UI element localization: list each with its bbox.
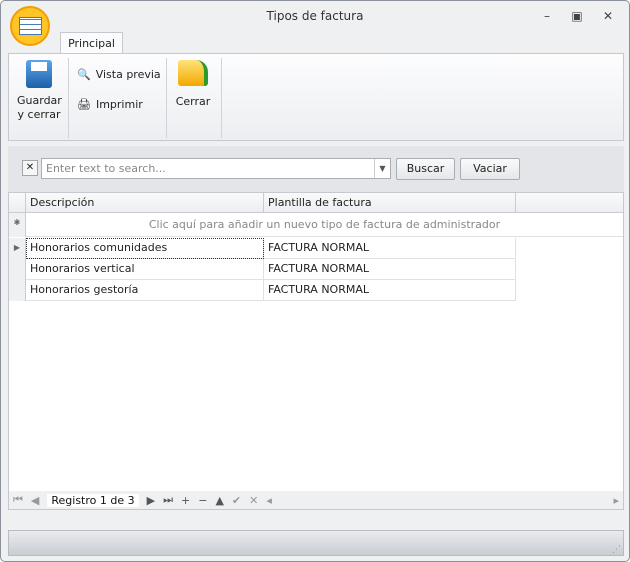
scroll-left-icon[interactable]: ◂ bbox=[266, 494, 272, 507]
header-indicator bbox=[9, 193, 26, 213]
remove-icon[interactable]: − bbox=[198, 494, 207, 507]
clear-search-icon[interactable]: ✕ bbox=[22, 160, 38, 176]
clear-button[interactable]: Vaciar bbox=[460, 158, 520, 180]
close-button[interactable]: Cerrar bbox=[173, 60, 213, 109]
scroll-right-icon[interactable]: ▸ bbox=[613, 494, 619, 507]
column-header-descripcion[interactable]: Descripción bbox=[26, 193, 264, 213]
preview-button[interactable]: 🔍 Vista previa bbox=[77, 68, 161, 81]
status-bar: ⋰ bbox=[8, 530, 624, 556]
find-button[interactable]: Buscar bbox=[396, 158, 455, 180]
table-row[interactable]: Honorarios gestoría FACTURA NORMAL bbox=[9, 280, 516, 301]
ribbon: Guardar y cerrar 🔍 Vista previa 🖨 Imprimir… bbox=[8, 53, 624, 141]
cancel-icon[interactable]: ✕ bbox=[249, 494, 258, 507]
data-grid: Descripción Plantilla de factura ✱ Clic a… bbox=[8, 192, 624, 510]
tab-principal[interactable]: Principal bbox=[60, 32, 123, 54]
record-navigator: ⏮ ◀ Registro 1 de 3 ▶ ⏭ + − ▲ ✔ ✕ ◂ ▸ bbox=[9, 491, 623, 509]
floppy-icon bbox=[26, 60, 52, 88]
new-row-icon: ✱ bbox=[9, 213, 26, 237]
edit-icon[interactable]: ▲ bbox=[215, 494, 223, 507]
maximize-icon[interactable]: ▣ bbox=[568, 9, 586, 23]
column-header-plantilla[interactable]: Plantilla de factura bbox=[264, 193, 516, 213]
chevron-down-icon[interactable]: ▼ bbox=[374, 159, 390, 178]
window-title: Tipos de factura bbox=[266, 9, 364, 23]
row-focus-icon: ▶ bbox=[9, 238, 26, 259]
minimize-icon[interactable]: – bbox=[538, 9, 556, 23]
add-icon[interactable]: + bbox=[181, 494, 190, 507]
printer-icon: 🖨 bbox=[77, 98, 91, 111]
folder-arrow-icon bbox=[178, 60, 208, 86]
search-input[interactable]: Enter text to search... ▼ bbox=[41, 158, 391, 179]
print-button[interactable]: 🖨 Imprimir bbox=[77, 98, 143, 111]
close-icon[interactable]: ✕ bbox=[599, 9, 617, 23]
last-record-icon[interactable]: ⏭ bbox=[163, 493, 173, 507]
record-counter: Registro 1 de 3 bbox=[47, 493, 139, 507]
save-close-button[interactable]: Guardar y cerrar bbox=[17, 60, 62, 122]
search-panel: ✕ Enter text to search... ▼ Buscar Vaciar bbox=[8, 146, 624, 192]
accept-icon[interactable]: ✔ bbox=[232, 494, 241, 507]
table-row[interactable]: Honorarios vertical FACTURA NORMAL bbox=[9, 259, 516, 280]
resize-grip-icon[interactable]: ⋰ bbox=[612, 545, 621, 555]
table-row[interactable]: ▶ Honorarios comunidades FACTURA NORMAL bbox=[9, 238, 516, 259]
next-record-icon[interactable]: ▶ bbox=[147, 494, 155, 507]
first-record-icon[interactable]: ⏮ bbox=[13, 493, 23, 507]
new-item-row[interactable]: ✱ Clic aquí para añadir un nuevo tipo de … bbox=[9, 213, 623, 237]
preview-icon: 🔍 bbox=[77, 68, 91, 81]
prev-record-icon[interactable]: ◀ bbox=[31, 494, 39, 507]
window: Tipos de factura – ▣ ✕ Principal Guardar… bbox=[0, 0, 630, 562]
